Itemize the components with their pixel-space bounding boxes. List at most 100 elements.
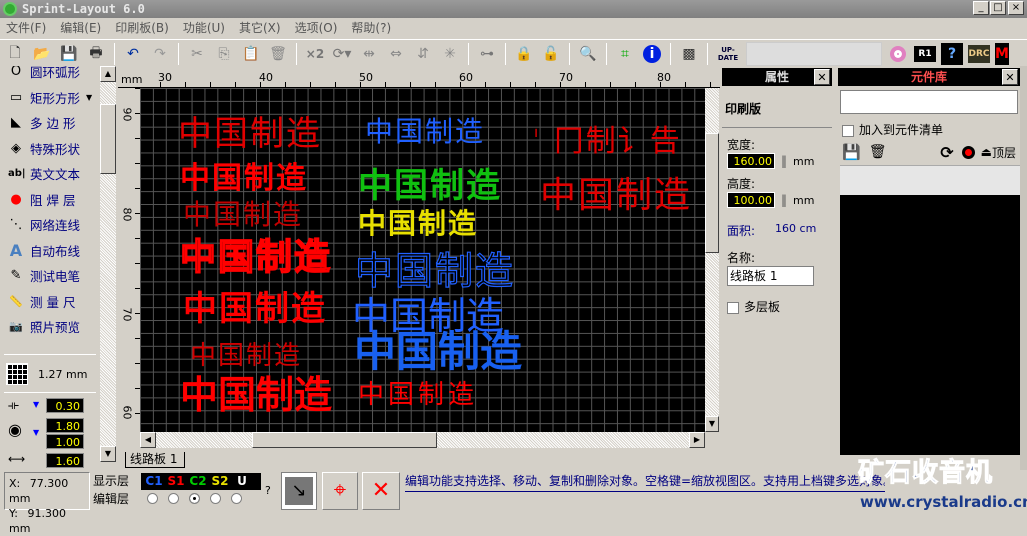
tool-test-probe[interactable]: ✎ 测试电笔 [0, 263, 100, 289]
pad-outer-field[interactable]: 1.80 [46, 418, 84, 433]
redo-icon[interactable]: ↷ [149, 43, 171, 65]
multilayer-checkbox[interactable]: 多层板 [722, 286, 832, 315]
crosshair-button[interactable]: ⌖ [322, 472, 358, 510]
pcb-canvas[interactable]: 中国制造 中国制造 中国制造 中国制造 中国制造 中国制造 中国制造 中国制造 … [140, 88, 705, 432]
canvas-text[interactable]: 中国制造 [180, 153, 308, 197]
canvas-text[interactable]: 中国制造 [358, 374, 478, 411]
undo-icon[interactable]: ↶ [122, 43, 144, 65]
edit-layer-c1-radio[interactable] [147, 493, 158, 504]
checkbox[interactable] [727, 301, 739, 314]
canvas-vertical-scrollbar[interactable]: ▼ [705, 88, 719, 432]
close-icon[interactable]: ✕ [814, 69, 830, 85]
pad-next-field[interactable]: 1.60 [46, 453, 84, 468]
canvas-text[interactable]: 中国制造 [183, 281, 327, 330]
canvas-text[interactable]: 中国制造 [180, 364, 332, 419]
menu-help[interactable]: 帮助(?) [351, 18, 391, 38]
rotate-icon[interactable]: ⟳ [940, 143, 953, 162]
name-field[interactable]: 线路板 1 [727, 266, 814, 286]
canvas-text[interactable]: 中国制造 [179, 228, 332, 280]
layer-label[interactable]: 顶层 [992, 144, 1016, 161]
scroll-thumb[interactable] [100, 104, 116, 174]
scroll-down-button[interactable]: ▼ [100, 446, 116, 462]
tool-net-connection[interactable]: ⋱ 网络连线 [0, 212, 100, 238]
tool-panel-scrollbar[interactable]: ▲ ▼ [100, 66, 116, 462]
canvas-text[interactable]: 中国制造 [354, 318, 522, 379]
save-icon[interactable]: 💾 [58, 43, 80, 65]
menu-edit[interactable]: 编辑(E) [60, 18, 101, 38]
rotate-icon[interactable]: ⟳▾ [331, 43, 353, 65]
spinner[interactable]: ‖ [781, 154, 787, 168]
tool-measure[interactable]: 📏 测 量 尺 [0, 289, 100, 315]
tool-arc[interactable]: O 圆环弧形 [0, 66, 100, 85]
menu-other[interactable]: 其它(X) [239, 18, 281, 38]
canvas-text[interactable]: 中国制造 [358, 158, 502, 207]
minimize-button[interactable]: _ [973, 1, 989, 15]
tool-polygon[interactable]: ◣ 多 边 形 [0, 110, 100, 136]
place-icon[interactable]: ⏏ [981, 145, 992, 159]
track-width-field[interactable]: 0.30 [46, 398, 84, 413]
canvas-text[interactable]: ' 冂制讠告 [532, 116, 682, 160]
rubberband-button[interactable]: ✕ [362, 472, 400, 510]
width-field[interactable]: 160.00 [727, 153, 775, 169]
maximize-button[interactable]: □ [990, 1, 1006, 15]
close-icon[interactable]: ✕ [1002, 69, 1018, 85]
canvas-text[interactable]: 中国制造 [365, 110, 485, 150]
scroll-up-button[interactable]: ▲ [100, 66, 116, 82]
tool-text[interactable]: ab| 英文文本 [0, 161, 100, 187]
layer-help-button[interactable]: ? [265, 484, 271, 497]
grid-size-button[interactable]: 1.27 mm [6, 360, 96, 388]
drc-button[interactable]: DRC [968, 44, 990, 63]
chevron-down-icon[interactable]: ▼ [33, 400, 39, 409]
new-file-icon[interactable]: 🗋 [4, 43, 26, 65]
photo-icon[interactable] [887, 43, 909, 65]
cut-icon[interactable]: ✂ [186, 43, 208, 65]
spinner[interactable]: ‖ [781, 193, 787, 207]
scroll-down-button[interactable]: ▼ [705, 416, 719, 432]
library-list[interactable] [840, 165, 1020, 195]
crop-icon[interactable]: ⌗ [614, 43, 636, 65]
canvas-text[interactable]: 中国制造 [540, 166, 692, 218]
add-to-bom-checkbox[interactable]: 加入到元件清单 [838, 118, 1020, 141]
trash-icon[interactable]: 🗑 [869, 144, 887, 160]
canvas-text[interactable]: 中国制造 [183, 193, 303, 233]
menu-board[interactable]: 印刷板(B) [115, 18, 169, 38]
tool-solder-mask[interactable]: ● 阻 焊 层 [0, 187, 100, 213]
zoom-icon[interactable]: 🔍 [577, 43, 599, 65]
pattern-icon[interactable]: ▩ [678, 43, 700, 65]
edit-layer-s2-radio[interactable] [210, 493, 221, 504]
layer-c1-toggle[interactable]: C1 [143, 473, 165, 490]
help-component-icon[interactable]: ? [941, 42, 963, 65]
pad-inner-field[interactable]: 1.00 [46, 434, 84, 449]
update-button[interactable]: UP-DATE [715, 43, 741, 65]
scroll-thumb[interactable] [252, 432, 437, 448]
height-field[interactable]: 100.00 [727, 192, 775, 208]
save-icon[interactable]: 💾 [842, 143, 861, 161]
tab-board-1[interactable]: 线路板 1 [125, 452, 185, 468]
explode-icon[interactable]: ✳ [439, 43, 461, 65]
tool-photo-preview[interactable]: 📷 照片预览 [0, 314, 100, 340]
layer-s1-toggle[interactable]: S1 [165, 473, 187, 490]
close-button[interactable]: × [1008, 1, 1024, 15]
record-icon[interactable] [961, 145, 975, 159]
tool-special-shape[interactable]: ◈ 特殊形状 [0, 136, 100, 162]
canvas-text[interactable]: 中国制造 [178, 106, 322, 155]
unlock-icon[interactable]: 🔓 [540, 43, 562, 65]
scroll-left-button[interactable]: ◀ [140, 432, 156, 448]
mirror-h-icon[interactable]: ⇹ [358, 43, 380, 65]
menu-file[interactable]: 文件(F) [6, 18, 46, 38]
duplicate-button[interactable]: ×2 [304, 43, 326, 65]
menu-functions[interactable]: 功能(U) [183, 18, 225, 38]
menu-options[interactable]: 选项(O) [295, 18, 338, 38]
delete-icon[interactable]: 🗑 [267, 43, 289, 65]
scroll-thumb[interactable] [705, 133, 719, 253]
layer-c2-toggle[interactable]: C2 [187, 473, 209, 490]
checkbox[interactable] [842, 124, 854, 137]
tool-rectangle[interactable]: ▭ 矩形方形 ▼ [0, 85, 100, 111]
tool-autoroute[interactable]: A 自动布线 [0, 238, 100, 264]
info-icon[interactable]: i [641, 43, 663, 65]
lock-icon[interactable]: 🔒 [513, 43, 535, 65]
r1-button[interactable]: R1 [914, 45, 936, 62]
chevron-down-icon[interactable]: ▼ [86, 93, 92, 102]
print-icon[interactable]: 🖶 [85, 43, 107, 65]
macro-button[interactable]: M [995, 42, 1009, 65]
